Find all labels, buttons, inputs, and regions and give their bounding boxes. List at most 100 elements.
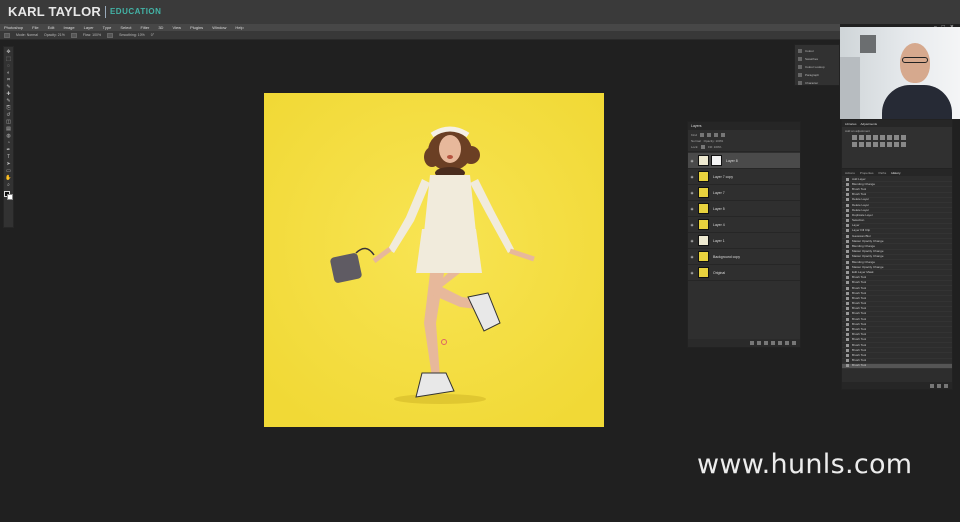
eye-icon[interactable]: ◉ bbox=[688, 159, 696, 163]
filter-shape-icon[interactable] bbox=[721, 133, 726, 137]
shape-icon[interactable]: ▭ bbox=[5, 168, 12, 175]
quick-select-icon[interactable]: ◐ bbox=[5, 70, 12, 77]
layer-opacity[interactable]: Opacity: 100% bbox=[704, 139, 724, 143]
layer-mask-thumbnail[interactable] bbox=[711, 155, 722, 166]
gradient-icon[interactable]: ▤ bbox=[5, 126, 12, 133]
hue-saturation-icon[interactable] bbox=[887, 135, 892, 140]
airbrush-toggle[interactable] bbox=[107, 32, 114, 38]
eye-icon[interactable]: ◉ bbox=[688, 191, 696, 195]
crop-icon[interactable]: ⌗ bbox=[5, 77, 12, 84]
black-white-icon[interactable] bbox=[901, 135, 906, 140]
marquee-icon[interactable]: ⬚ bbox=[5, 56, 12, 63]
option-angle[interactable]: 0° bbox=[151, 31, 154, 40]
clone-stamp-icon[interactable]: ⎘ bbox=[5, 105, 12, 112]
group-icon[interactable] bbox=[778, 341, 782, 345]
photo-filter-icon[interactable] bbox=[852, 142, 857, 147]
pressure-opacity-toggle[interactable] bbox=[70, 32, 77, 38]
trash-icon[interactable] bbox=[792, 341, 796, 345]
tab-paths[interactable]: Paths bbox=[879, 171, 887, 175]
filter-type-icon[interactable] bbox=[714, 133, 719, 137]
add-mask-icon[interactable] bbox=[764, 341, 768, 345]
eye-icon[interactable]: ◉ bbox=[688, 175, 696, 179]
layer-row[interactable]: ◉ Layer 1 bbox=[688, 233, 800, 249]
zoom-icon[interactable]: ⌕ bbox=[5, 182, 12, 189]
panel-swatches[interactable]: Swatches bbox=[798, 55, 836, 62]
brush-icon[interactable]: ✎ bbox=[5, 98, 12, 105]
option-smoothing[interactable]: Smoothing: 10% bbox=[119, 31, 145, 40]
tab-history[interactable]: History bbox=[891, 171, 900, 175]
lasso-icon[interactable]: ◌ bbox=[5, 63, 12, 70]
eye-icon[interactable]: ◉ bbox=[688, 255, 696, 259]
color-swatches[interactable] bbox=[4, 191, 13, 201]
panel-character[interactable]: Character bbox=[798, 79, 836, 86]
dodge-icon[interactable]: ◔ bbox=[5, 140, 12, 147]
eye-icon[interactable]: ◉ bbox=[688, 271, 696, 275]
tab-properties[interactable]: Properties bbox=[860, 171, 874, 175]
type-icon[interactable]: T bbox=[5, 154, 12, 161]
background-color[interactable] bbox=[7, 194, 13, 200]
layer-row[interactable]: ◉ Layer 5 bbox=[688, 201, 800, 217]
panel-colour-lookup[interactable]: Colour Lookup bbox=[798, 63, 836, 70]
color-lookup-icon[interactable] bbox=[866, 142, 871, 147]
color-balance-icon[interactable] bbox=[894, 135, 899, 140]
option-flow[interactable]: Flow: 100% bbox=[83, 31, 101, 40]
tab-layers[interactable]: Layers bbox=[691, 124, 702, 128]
fx-icon[interactable] bbox=[757, 341, 761, 345]
menu-image[interactable]: Image bbox=[64, 24, 75, 31]
layer-row[interactable]: ◉ Layer 4 bbox=[688, 217, 800, 233]
new-layer-icon[interactable] bbox=[785, 341, 789, 345]
menu-3d[interactable]: 3D bbox=[158, 24, 163, 31]
blur-icon[interactable]: ◍ bbox=[5, 133, 12, 140]
lock-icon[interactable] bbox=[701, 145, 706, 149]
trash-icon[interactable] bbox=[944, 383, 948, 388]
layer-row[interactable]: ◉ Layer 7 copy bbox=[688, 169, 800, 185]
exposure-icon[interactable] bbox=[873, 135, 878, 140]
invert-icon[interactable] bbox=[873, 142, 878, 147]
vibrance-icon[interactable] bbox=[880, 135, 885, 140]
eyedropper-icon[interactable]: ✎ bbox=[5, 84, 12, 91]
brightness-icon[interactable] bbox=[852, 135, 857, 140]
history-item-current[interactable]: Brush Tool bbox=[842, 363, 952, 369]
menu-view[interactable]: View bbox=[172, 24, 181, 31]
new-document-from-state-icon[interactable] bbox=[930, 383, 934, 388]
menu-plugins[interactable]: Plugins bbox=[190, 24, 203, 31]
layer-filter-kind[interactable]: Kind bbox=[691, 133, 697, 137]
layer-row[interactable]: ◉ Layer 7 bbox=[688, 185, 800, 201]
layer-row[interactable]: ◉ Background copy bbox=[688, 249, 800, 265]
tab-libraries[interactable]: Libraries bbox=[845, 122, 857, 126]
tab-adjustments[interactable]: Adjustments bbox=[861, 122, 878, 126]
healing-icon[interactable]: ✚ bbox=[5, 91, 12, 98]
posterize-icon[interactable] bbox=[880, 142, 885, 147]
option-opacity[interactable]: Opacity: 21% bbox=[44, 31, 65, 40]
menu-window[interactable]: Window bbox=[212, 24, 226, 31]
eye-icon[interactable]: ◉ bbox=[688, 239, 696, 243]
hand-icon[interactable]: ✋ bbox=[5, 175, 12, 182]
filter-pixel-icon[interactable] bbox=[700, 133, 705, 137]
eraser-icon[interactable]: ◫ bbox=[5, 119, 12, 126]
document-canvas[interactable] bbox=[264, 93, 604, 427]
path-select-icon[interactable]: ➤ bbox=[5, 161, 12, 168]
menu-help[interactable]: Help bbox=[235, 24, 243, 31]
eye-icon[interactable]: ◉ bbox=[688, 223, 696, 227]
eye-icon[interactable]: ◉ bbox=[688, 207, 696, 211]
levels-icon[interactable] bbox=[859, 135, 864, 140]
layer-row[interactable]: ◉ Layer 8 bbox=[688, 153, 800, 169]
layer-row[interactable]: ◉ Original bbox=[688, 265, 800, 281]
tab-actions[interactable]: Actions bbox=[845, 171, 855, 175]
menu-type[interactable]: Type bbox=[103, 24, 112, 31]
curves-icon[interactable] bbox=[866, 135, 871, 140]
blend-mode-select[interactable]: Normal bbox=[691, 139, 701, 143]
history-brush-icon[interactable]: ↺ bbox=[5, 112, 12, 119]
filter-adjust-icon[interactable] bbox=[707, 133, 712, 137]
snapshot-icon[interactable] bbox=[937, 383, 941, 388]
adjustment-layer-icon[interactable] bbox=[771, 341, 775, 345]
panel-paragraph[interactable]: Paragraph bbox=[798, 71, 836, 78]
layer-fill[interactable]: Fill: 100% bbox=[708, 145, 721, 149]
selective-color-icon[interactable] bbox=[901, 142, 906, 147]
pen-icon[interactable]: ✒ bbox=[5, 147, 12, 154]
link-layers-icon[interactable] bbox=[750, 341, 754, 345]
option-mode[interactable]: Mode: Normal bbox=[16, 31, 38, 40]
move-icon[interactable]: ✥ bbox=[5, 49, 12, 56]
threshold-icon[interactable] bbox=[887, 142, 892, 147]
panel-colour[interactable]: Colour bbox=[798, 47, 836, 54]
